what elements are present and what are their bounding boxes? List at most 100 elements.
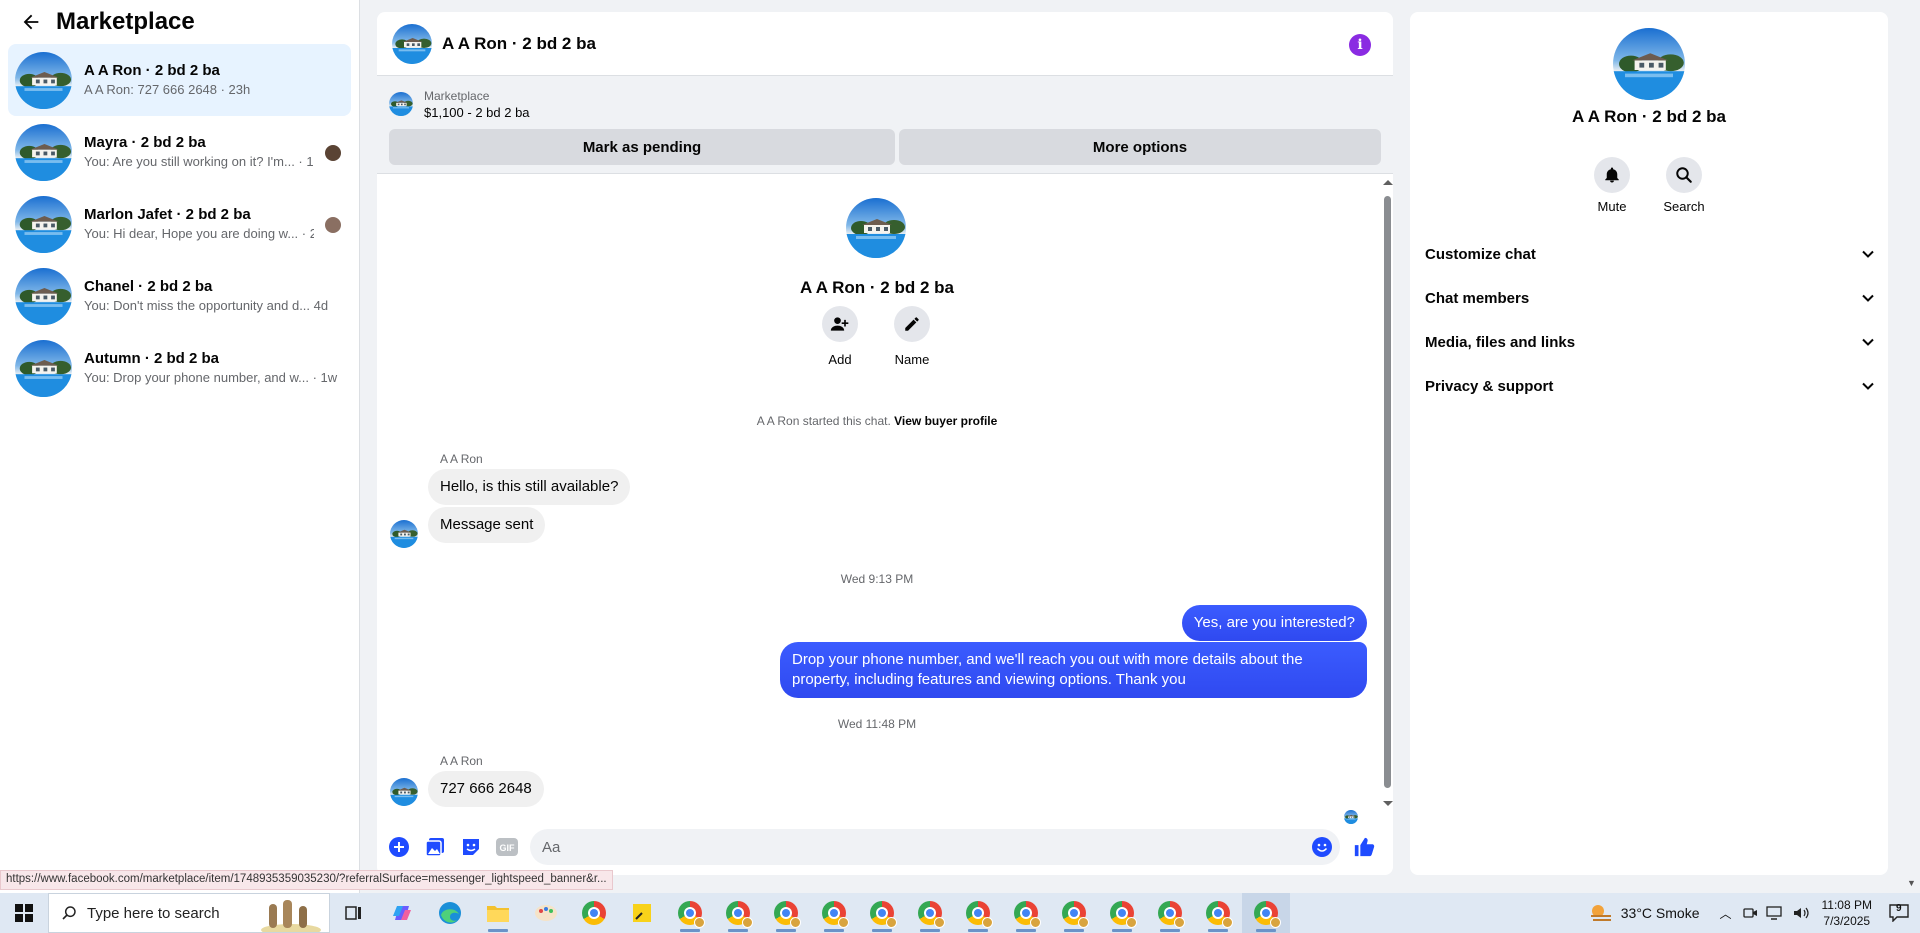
weather-text[interactable]: 33°C Smoke: [1621, 905, 1700, 921]
read-receipt-avatar: [325, 217, 341, 233]
listing-summary[interactable]: Marketplace $1,100 - 2 bd 2 ba: [389, 84, 1381, 124]
page-scroll-down-icon[interactable]: ▼: [1907, 878, 1917, 890]
section-label: Media, files and links: [1425, 333, 1576, 351]
conversation-preview: A A Ron: 727 666 2648 · 23h: [84, 82, 251, 97]
chrome-profile-9-icon[interactable]: [1050, 893, 1098, 933]
section-label: Privacy & support: [1425, 377, 1554, 395]
chrome-profile-1-icon[interactable]: [666, 893, 714, 933]
conversation-info-panel: A A Ron · 2 bd 2 ba Mute Search Customiz…: [1410, 12, 1888, 875]
clock-date: 7/3/2025: [1823, 914, 1871, 928]
incoming-message[interactable]: Message sent: [428, 507, 546, 543]
chrome-icon[interactable]: [570, 893, 618, 933]
conversation-item-aaron[interactable]: A A Ron · 2 bd 2 ba A A Ron: 727 666 264…: [8, 44, 351, 116]
file-explorer-icon[interactable]: [474, 893, 522, 933]
message-thread: A A Ron · 2 bd 2 ba Add Name A A Ron sta…: [377, 174, 1393, 814]
sticky-notes-icon[interactable]: [618, 893, 666, 933]
conversation-info-icon[interactable]: i: [1349, 34, 1371, 56]
add-person-icon: [830, 317, 849, 331]
copilot-icon[interactable]: [378, 893, 426, 933]
section-chat-members[interactable]: Chat members: [1425, 280, 1875, 316]
scroll-down-icon[interactable]: [1382, 798, 1393, 808]
meet-now-icon[interactable]: [1742, 905, 1758, 921]
info-name: A A Ron · 2 bd 2 ba: [1572, 107, 1726, 126]
thread-scrollbar[interactable]: [1381, 178, 1393, 808]
mute-button[interactable]: Mute: [1582, 157, 1642, 214]
attach-photo-icon[interactable]: [424, 836, 446, 858]
chrome-profile-7-icon[interactable]: [954, 893, 1002, 933]
paint-app-icon[interactable]: [522, 893, 570, 933]
volume-icon[interactable]: [1792, 905, 1810, 921]
section-privacy-support[interactable]: Privacy & support: [1425, 368, 1875, 404]
chrome-profile-2-icon[interactable]: [714, 893, 762, 933]
incoming-message[interactable]: Hello, is this still available?: [428, 469, 631, 505]
timestamp: Wed 11:48 PM: [837, 717, 917, 731]
outgoing-message[interactable]: Drop your phone number, and we'll reach …: [780, 642, 1367, 698]
notification-center-button[interactable]: 9: [1886, 893, 1912, 933]
chrome-profile-10-icon[interactable]: [1098, 893, 1146, 933]
message-sender-name: A A Ron: [440, 452, 483, 466]
sticker-icon[interactable]: [460, 836, 482, 858]
message-input[interactable]: Aa: [530, 829, 1340, 865]
gif-icon[interactable]: GIF: [496, 836, 518, 858]
search-in-conversation-button[interactable]: Search: [1654, 157, 1714, 214]
chat-title[interactable]: A A Ron · 2 bd 2 ba: [442, 34, 596, 54]
chrome-profile-3-icon[interactable]: [762, 893, 810, 933]
back-arrow-icon[interactable]: [20, 11, 42, 33]
message-sender-name: A A Ron: [440, 754, 483, 768]
scrollbar-thumb[interactable]: [1384, 196, 1391, 788]
conversation-preview: You: Hi dear, Hope you are doing w... · …: [84, 226, 314, 241]
network-icon[interactable]: [1765, 905, 1784, 921]
show-hidden-icons-chevron-icon[interactable]: ︿: [1720, 905, 1732, 922]
chrome-profile-6-icon[interactable]: [906, 893, 954, 933]
chevron-down-icon: [1862, 294, 1874, 302]
svg-text:GIF: GIF: [500, 843, 516, 853]
add-people-button[interactable]: [822, 306, 858, 342]
conversation-title: A A Ron · 2 bd 2 ba: [84, 62, 220, 79]
outgoing-message[interactable]: Yes, are you interested?: [1181, 605, 1367, 641]
section-customize-chat[interactable]: Customize chat: [1425, 236, 1875, 272]
chrome-profile-5-icon[interactable]: [858, 893, 906, 933]
edge-browser-icon[interactable]: [426, 893, 474, 933]
conversation-item-mayra[interactable]: Mayra · 2 bd 2 ba You: Are you still wor…: [8, 116, 351, 188]
emoji-icon[interactable]: [1312, 837, 1332, 857]
name-chat-button[interactable]: [894, 306, 930, 342]
search-icon: [1676, 167, 1692, 183]
timestamp: Wed 9:13 PM: [840, 572, 914, 586]
taskbar-clock[interactable]: 11:08 PM 7/3/2025: [1822, 897, 1872, 929]
taskbar-search-box[interactable]: Type here to search: [48, 893, 330, 933]
more-actions-icon[interactable]: [388, 836, 410, 858]
chat-avatar[interactable]: [392, 24, 432, 64]
view-buyer-profile-link[interactable]: View buyer profile: [894, 414, 997, 428]
system-tray: 33°C Smoke ︿ 11:08 PM 7/3/2025 9: [1589, 893, 1920, 933]
chrome-profile-12-icon[interactable]: [1194, 893, 1242, 933]
conversation-item-chanel[interactable]: Chanel · 2 bd 2 ba You: Don't miss the o…: [8, 260, 351, 332]
like-thumbs-up-icon[interactable]: [1352, 836, 1376, 858]
start-button[interactable]: [0, 893, 48, 933]
conversation-sidebar: Marketplace A A Ron · 2 bd 2 ba A A Ron:…: [0, 0, 360, 893]
notification-count: 9: [1896, 903, 1902, 914]
listing-thumbnail: [15, 196, 72, 253]
link-status-url: https://www.facebook.com/marketplace/ite…: [0, 870, 613, 890]
task-view-icon[interactable]: [330, 893, 378, 933]
chat-intro-avatar: [846, 198, 906, 258]
chrome-profile-4-icon[interactable]: [810, 893, 858, 933]
windows-taskbar: Type here to search 33°C Smoke ︿ 11:08 P…: [0, 893, 1920, 933]
scroll-up-icon[interactable]: [1382, 178, 1393, 188]
conversation-item-autumn[interactable]: Autumn · 2 bd 2 ba You: Drop your phone …: [8, 332, 351, 404]
listing-thumbnail: [15, 124, 72, 181]
windows-logo-icon: [15, 904, 33, 922]
info-avatar: [1613, 28, 1685, 100]
listing-thumbnail: [15, 268, 72, 325]
chrome-profile-11-icon[interactable]: [1146, 893, 1194, 933]
section-media-files-links[interactable]: Media, files and links: [1425, 324, 1875, 360]
more-options-button[interactable]: More options: [899, 129, 1381, 165]
conversation-item-marlon[interactable]: Marlon Jafet · 2 bd 2 ba You: Hi dear, H…: [8, 188, 351, 260]
incoming-message[interactable]: 727 666 2648: [428, 771, 544, 807]
chrome-profile-8-icon[interactable]: [1002, 893, 1050, 933]
chat-header: A A Ron · 2 bd 2 ba i: [377, 12, 1393, 76]
section-label: Chat members: [1425, 289, 1530, 307]
name-label: Name: [894, 352, 930, 367]
mark-as-pending-button[interactable]: Mark as pending: [389, 129, 895, 165]
listing-price: $1,100 - 2 bd 2 ba: [424, 104, 530, 120]
chrome-profile-active-icon[interactable]: [1242, 893, 1290, 933]
